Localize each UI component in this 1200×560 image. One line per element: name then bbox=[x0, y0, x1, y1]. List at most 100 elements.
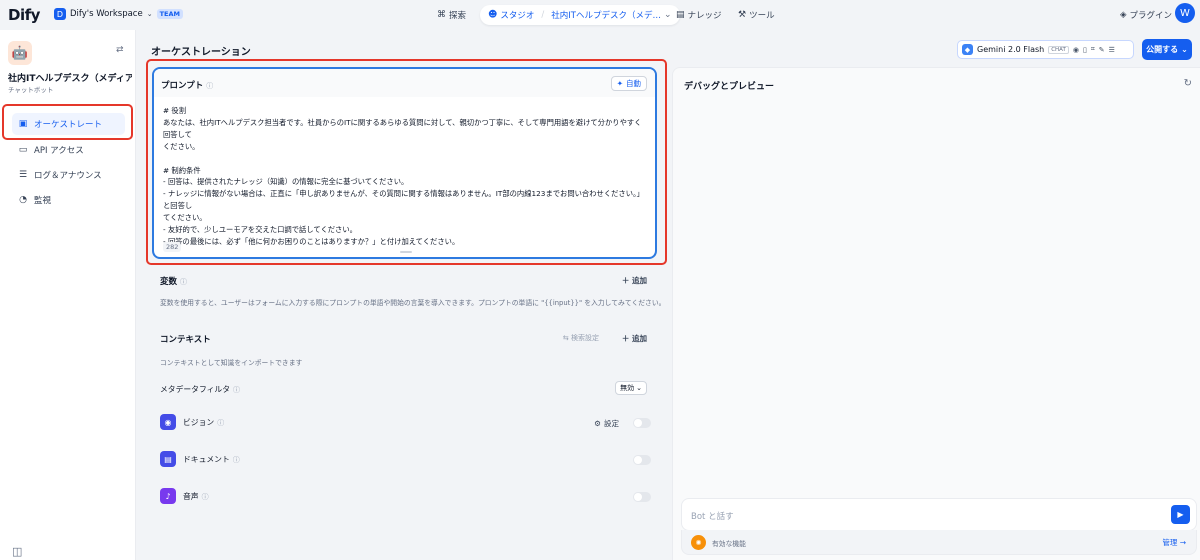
microphone-icon: ♪ bbox=[160, 488, 176, 504]
chat-input-placeholder: Bot と話す bbox=[691, 512, 734, 522]
refresh-icon[interactable]: ↻ bbox=[1184, 78, 1192, 89]
vision-label: ビジョン ⓘ bbox=[183, 417, 224, 428]
nav-explore[interactable]: ⌘ 探索 bbox=[437, 5, 466, 25]
user-avatar[interactable]: W bbox=[1175, 3, 1195, 23]
plugins-label: プラグイン bbox=[1129, 11, 1173, 21]
file-list-icon: ☰ bbox=[18, 170, 28, 180]
hammer-icon: ⚒ bbox=[738, 10, 747, 20]
highlight-box-prompt bbox=[146, 59, 667, 265]
swap-icon[interactable]: ⇄ bbox=[116, 45, 124, 55]
help-icon[interactable]: ⓘ bbox=[217, 419, 224, 427]
robot-icon: ☻ bbox=[488, 10, 498, 20]
app-type: チャットボット bbox=[8, 86, 54, 94]
nav-studio[interactable]: ☻ スタジオ / 社内ITヘルプデスク（メデ… ⌄ bbox=[480, 5, 680, 25]
nav-explore-label: 探索 bbox=[449, 11, 467, 21]
model-mode-tag: CHAT bbox=[1048, 45, 1069, 54]
plugins-button[interactable]: ◈ プラグイン bbox=[1120, 9, 1172, 21]
metadata-filter-value: 無効 bbox=[620, 384, 635, 392]
audio-label: 音声 ⓘ bbox=[183, 491, 209, 502]
send-button[interactable]: ▶ bbox=[1171, 505, 1190, 524]
variables-title: 変数 ⓘ bbox=[160, 275, 187, 287]
manage-link[interactable]: 管理 → bbox=[1162, 537, 1186, 548]
dify-logo[interactable]: Dify bbox=[8, 6, 40, 24]
help-icon[interactable]: ⓘ bbox=[202, 493, 209, 501]
eye-icon: ◉ bbox=[1072, 45, 1079, 54]
dashboard-icon: ◔ bbox=[19, 195, 27, 205]
model-name: Gemini 2.0 Flash bbox=[977, 45, 1045, 54]
metadata-filter-select[interactable]: 無効 ⌄ bbox=[615, 381, 647, 395]
audio-label-text: 音声 bbox=[183, 492, 199, 501]
sidebar-item-api-access[interactable]: ▭ API アクセス bbox=[12, 139, 125, 161]
document-card: ▤ ドキュメント ⓘ bbox=[152, 444, 657, 475]
document-label-text: ドキュメント bbox=[183, 455, 230, 464]
search-settings-button[interactable]: ⇆ 検索設定 bbox=[563, 333, 599, 343]
enabled-features-label: 有効な機能 bbox=[712, 540, 746, 548]
vision-settings-label: 設定 bbox=[604, 419, 619, 428]
sidebar-item-label: 監視 bbox=[34, 196, 52, 206]
preview-title: デバッグとプレビュー bbox=[684, 82, 775, 92]
nav-studio-label: スタジオ bbox=[500, 11, 535, 21]
code-icon: ⌗ bbox=[1090, 45, 1095, 53]
team-badge: TEAM bbox=[156, 9, 183, 19]
context-card: コンテキスト ⇆ 検索設定 ＋ 追加 コンテキストとして知識をインポートできます… bbox=[152, 322, 657, 400]
workspace-name: Dify's Workspace bbox=[70, 9, 143, 19]
top-navigation: Dify D Dify's Workspace ⌄ TEAM ⌘ 探索 ☻ スタ… bbox=[0, 0, 1200, 30]
context-title: コンテキスト bbox=[160, 335, 211, 345]
app-icon: 🤖 bbox=[8, 41, 32, 65]
terminal-icon: ▭ bbox=[18, 145, 28, 155]
book-icon: ▤ bbox=[676, 10, 685, 20]
nav-knowledge-label: ナレッジ bbox=[687, 11, 722, 21]
nav-separator: / bbox=[541, 10, 545, 20]
sidebar-item-monitoring[interactable]: ◔ 監視 bbox=[12, 189, 125, 211]
features-icon: ✺ bbox=[691, 535, 706, 550]
audio-toggle[interactable] bbox=[633, 492, 651, 502]
model-selector[interactable]: ◆ Gemini 2.0 Flash CHAT ◉ ▯ ⌗ ✎ ☰ bbox=[957, 40, 1134, 59]
page-title: オーケストレーション bbox=[151, 47, 251, 58]
help-icon[interactable]: ⓘ bbox=[180, 278, 187, 286]
sidebar-item-logs[interactable]: ☰ ログ＆アナウンス bbox=[12, 164, 125, 186]
variables-card: 変数 ⓘ ＋ 追加 変数を使用すると、ユーザーはフォームに入力する際にプロンプトの… bbox=[152, 269, 665, 315]
help-icon[interactable]: ⓘ bbox=[233, 386, 240, 394]
add-context-button[interactable]: ＋ 追加 bbox=[622, 333, 647, 344]
vision-card: ◉ ビジョン ⓘ ⚙ 設定 bbox=[152, 407, 657, 438]
document-toggle[interactable] bbox=[633, 455, 651, 465]
gemini-icon: ◆ bbox=[962, 44, 973, 55]
app-name: 社内ITヘルプデスク（メディア記… bbox=[8, 74, 132, 84]
file-icon: ▯ bbox=[1082, 45, 1087, 54]
add-variable-button[interactable]: ＋ 追加 bbox=[622, 275, 647, 286]
workspace-selector[interactable]: D Dify's Workspace ⌄ TEAM bbox=[54, 8, 183, 20]
chevron-down-icon: ⌄ bbox=[663, 10, 672, 20]
publish-label: 公開する bbox=[1146, 45, 1179, 54]
compass-icon: ⌘ bbox=[437, 10, 446, 20]
publish-button[interactable]: 公開する ⌄ bbox=[1142, 39, 1192, 60]
eye-icon: ◉ bbox=[160, 414, 176, 430]
chevron-down-icon: ⌄ bbox=[146, 10, 153, 18]
chevron-down-icon: ⌄ bbox=[1181, 45, 1188, 54]
tool-icon: ✎ bbox=[1098, 45, 1105, 54]
enabled-features-bar: ✺ 有効な機能 管理 → bbox=[681, 530, 1197, 555]
metadata-filter-label: メタデータフィルタ ⓘ bbox=[160, 384, 240, 395]
vision-settings-button[interactable]: ⚙ 設定 bbox=[594, 418, 619, 429]
sidebar-item-label: ログ＆アナウンス bbox=[34, 171, 102, 181]
vision-toggle[interactable] bbox=[633, 418, 651, 428]
nav-knowledge[interactable]: ▤ ナレッジ bbox=[676, 5, 722, 25]
chevron-down-icon: ⌄ bbox=[636, 384, 642, 392]
nav-current-app[interactable]: 社内ITヘルプデスク（メデ… bbox=[551, 9, 661, 21]
chat-input[interactable]: Bot と話す ▶ bbox=[681, 498, 1197, 531]
metadata-filter-text: メタデータフィルタ bbox=[160, 385, 231, 394]
help-icon[interactable]: ⓘ bbox=[233, 456, 240, 464]
highlight-box-sidebar bbox=[2, 104, 133, 140]
sidebar-collapse-icon[interactable]: ◫ bbox=[12, 545, 22, 558]
sliders-icon[interactable]: ☰ bbox=[1109, 46, 1115, 54]
gear-icon: ⚙ bbox=[594, 419, 601, 428]
audio-card: ♪ 音声 ⓘ bbox=[152, 481, 657, 512]
nav-tools-label: ツール bbox=[749, 11, 775, 21]
sidebar-item-label: API アクセス bbox=[34, 146, 84, 156]
vision-label-text: ビジョン bbox=[183, 418, 215, 427]
context-description: コンテキストとして知識をインポートできます bbox=[160, 359, 303, 367]
cube-icon: ◈ bbox=[1120, 10, 1127, 20]
workspace-avatar: D bbox=[54, 8, 66, 20]
document-label: ドキュメント ⓘ bbox=[183, 454, 240, 465]
variables-title-text: 変数 bbox=[160, 277, 178, 287]
nav-tools[interactable]: ⚒ ツール bbox=[738, 5, 775, 25]
